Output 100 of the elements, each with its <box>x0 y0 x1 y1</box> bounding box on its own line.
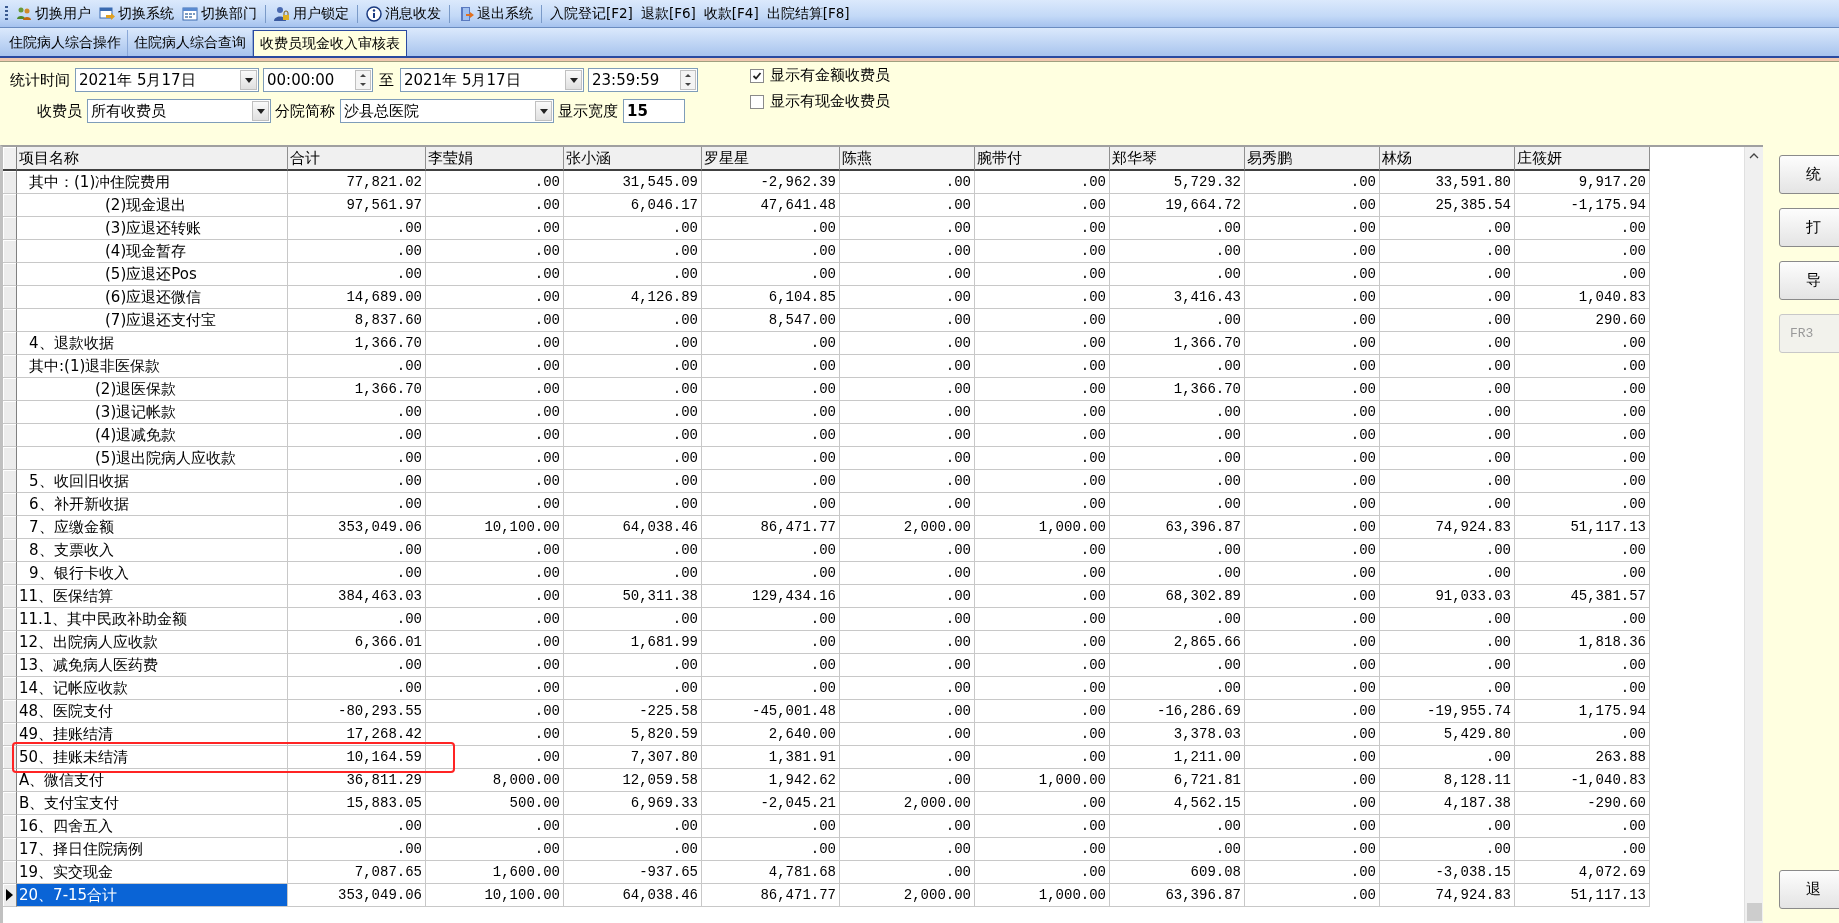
date-dropdown[interactable]: 2021年 5月17日 <box>75 68 259 92</box>
checkbox[interactable] <box>750 94 764 109</box>
column-header[interactable]: 张小涵 <box>564 147 702 171</box>
time-field[interactable]: 00:00:00 <box>263 68 373 92</box>
toolbar-button[interactable]: 用户锁定 <box>271 1 352 26</box>
table-cell: .00 <box>288 263 426 286</box>
table-cell: .00 <box>840 654 975 677</box>
width-input[interactable]: 15 <box>623 99 685 123</box>
table-cell: 6,721.81 <box>1110 769 1245 792</box>
table-cell: .00 <box>1515 677 1650 700</box>
tab[interactable]: 住院病人综合操作 <box>3 30 128 56</box>
toolbar-button[interactable]: 退出系统 <box>455 1 536 26</box>
window-arrow-icon <box>99 5 115 22</box>
table-cell: .00 <box>1380 240 1515 263</box>
table-cell: -937.65 <box>564 861 702 884</box>
column-header[interactable]: 项目名称 <box>17 147 288 171</box>
table-cell: (5)应退还Pos <box>17 263 288 286</box>
field-label: 分院简称 <box>275 101 335 121</box>
toolbar-button[interactable]: 切换用户 <box>13 1 94 26</box>
toolbar-grip[interactable] <box>5 5 8 22</box>
spin-buttons[interactable] <box>355 70 371 90</box>
table-cell: .00 <box>426 723 564 746</box>
toolbar-button[interactable]: 入院登记[F2] <box>547 1 636 26</box>
table-cell: .00 <box>840 723 975 746</box>
exit-button[interactable]: 退 <box>1779 870 1839 909</box>
scroll-up-icon[interactable] <box>1749 153 1759 159</box>
table-cell: -80,293.55 <box>288 700 426 723</box>
table-cell: 5,729.32 <box>1110 171 1245 194</box>
toolbar-button[interactable]: 退款[F6] <box>637 1 699 26</box>
toolbar-button[interactable]: 收款[F4] <box>700 1 762 26</box>
table-cell: .00 <box>426 424 564 447</box>
table-cell: 86,471.77 <box>702 884 840 907</box>
table-cell: -1,040.83 <box>1515 769 1650 792</box>
column-header[interactable]: 合计 <box>288 147 426 171</box>
column-header[interactable]: 易秀鹏 <box>1245 147 1380 171</box>
side-button[interactable]: 导 <box>1779 261 1839 300</box>
table-cell: .00 <box>564 332 702 355</box>
table-cell: .00 <box>1110 677 1245 700</box>
toolbar-button[interactable]: 切换系统 <box>96 1 177 26</box>
time-field[interactable]: 23:59:59 <box>588 68 698 92</box>
table-cell: 14、记帐应收款 <box>17 677 288 700</box>
branch-dropdown[interactable]: 沙县总医院 <box>340 99 554 123</box>
table-cell: .00 <box>564 447 702 470</box>
table-cell: .00 <box>975 217 1110 240</box>
column-header[interactable]: 李莹娟 <box>426 147 564 171</box>
table-cell: .00 <box>840 677 975 700</box>
checkbox-label[interactable]: 显示有金额收费员 <box>770 66 890 85</box>
table-cell: .00 <box>1515 332 1650 355</box>
checkbox[interactable] <box>750 68 764 83</box>
toolbar-button[interactable]: 出院结算[F8] <box>763 1 853 26</box>
table-cell: .00 <box>975 286 1110 309</box>
table-cell: .00 <box>1380 539 1515 562</box>
table-cell: 68,302.89 <box>1110 585 1245 608</box>
table-cell: (2)退医保款 <box>17 378 288 401</box>
column-header[interactable]: 庄筱妍 <box>1515 147 1650 171</box>
table-cell: 77,821.02 <box>288 171 426 194</box>
scrollbar[interactable] <box>1744 147 1763 923</box>
cashier-dropdown[interactable]: 所有收费员 <box>87 99 271 123</box>
side-button[interactable]: 统 <box>1779 155 1839 194</box>
table-cell: 19,664.72 <box>1110 194 1245 217</box>
scroll-thumb[interactable] <box>1746 903 1762 921</box>
table-cell: .00 <box>1110 263 1245 286</box>
table-cell: .00 <box>1380 447 1515 470</box>
checkbox-label[interactable]: 显示有现金收费员 <box>770 92 890 111</box>
table-cell: 17、择日住院病例 <box>17 838 288 861</box>
column-header[interactable]: 罗星星 <box>702 147 840 171</box>
table-cell: .00 <box>975 470 1110 493</box>
table-cell: .00 <box>1245 838 1380 861</box>
table-cell: -45,001.48 <box>702 700 840 723</box>
table-cell: .00 <box>840 562 975 585</box>
table-cell: .00 <box>426 608 564 631</box>
table-cell: 14,689.00 <box>288 286 426 309</box>
table-cell: .00 <box>564 677 702 700</box>
spin-buttons[interactable] <box>680 70 696 90</box>
table-cell: .00 <box>426 562 564 585</box>
toolbar-button[interactable]: 消息收发 <box>363 1 444 26</box>
date-dropdown[interactable]: 2021年 5月17日 <box>400 68 584 92</box>
users-icon <box>16 5 32 22</box>
table-cell: .00 <box>1110 838 1245 861</box>
toolbar-button[interactable]: 切换部门 <box>179 1 260 26</box>
table-cell: 263.88 <box>1515 746 1650 769</box>
row-header[interactable] <box>3 884 17 907</box>
table-cell: .00 <box>426 263 564 286</box>
table-cell: .00 <box>975 194 1110 217</box>
table-cell: .00 <box>1245 470 1380 493</box>
column-header[interactable]: 腕带付 <box>975 147 1110 171</box>
tab[interactable]: 收费员现金收入审核表 <box>253 30 407 56</box>
column-header[interactable]: 陈燕 <box>840 147 975 171</box>
table-cell: 8,547.00 <box>702 309 840 332</box>
table-cell: .00 <box>975 700 1110 723</box>
column-header[interactable]: 林炀 <box>1380 147 1515 171</box>
table-cell: -225.58 <box>564 700 702 723</box>
side-button[interactable]: 打 <box>1779 208 1839 247</box>
table-cell: 5,429.80 <box>1380 723 1515 746</box>
table-cell: .00 <box>702 677 840 700</box>
table-cell: 91,033.03 <box>1380 585 1515 608</box>
table-cell: .00 <box>1515 355 1650 378</box>
table-cell: .00 <box>1245 585 1380 608</box>
column-header[interactable]: 郑华琴 <box>1110 147 1245 171</box>
table-cell: 609.08 <box>1110 861 1245 884</box>
